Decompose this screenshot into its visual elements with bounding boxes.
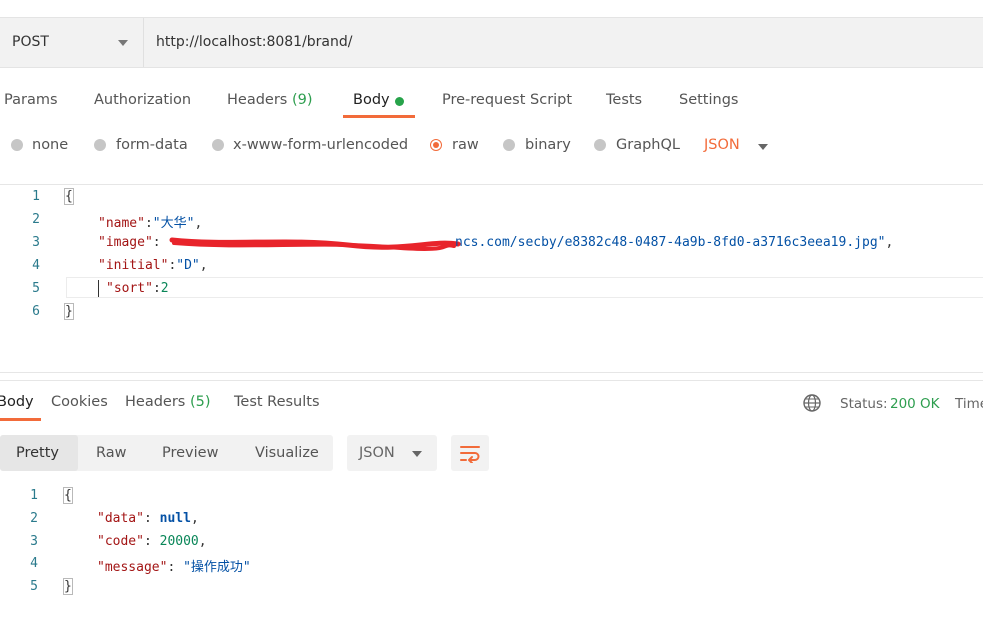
radio-urlencoded-label: x-www-form-urlencoded bbox=[233, 137, 409, 153]
request-body-editor[interactable]: 1 2 3 4 5 6 { "name":"大华", "image": ncs.… bbox=[0, 186, 983, 326]
tab-pre-request-script[interactable]: Pre-request Script bbox=[442, 92, 572, 108]
line-number: 4 bbox=[30, 556, 38, 571]
open-brace: { bbox=[64, 188, 74, 205]
radio-urlencoded[interactable] bbox=[212, 139, 224, 151]
status-value[interactable]: 200 OK bbox=[890, 396, 940, 412]
response-line-data: "data": null, bbox=[97, 511, 199, 526]
format-chevron-down-icon[interactable] bbox=[758, 144, 768, 150]
active-line-highlight bbox=[66, 277, 983, 298]
response-tabs: Body Cookies Headers (5) Test Results St… bbox=[0, 386, 983, 422]
response-format-label: JSON bbox=[359, 445, 395, 461]
view-preview[interactable]: Preview bbox=[162, 445, 218, 461]
headers-count: (9) bbox=[291, 92, 313, 108]
json-key: "code" bbox=[97, 534, 144, 549]
globe-icon[interactable] bbox=[802, 393, 822, 413]
tab-tests[interactable]: Tests bbox=[606, 92, 642, 108]
code-line-image: "image": bbox=[98, 235, 161, 250]
radio-graphql[interactable] bbox=[594, 139, 606, 151]
json-value: null bbox=[159, 511, 191, 526]
line-number: 5 bbox=[32, 281, 40, 296]
radio-binary-label: binary bbox=[525, 137, 571, 153]
tab-params[interactable]: Params bbox=[4, 92, 58, 108]
response-tabs-divider bbox=[0, 380, 983, 381]
code-line-sort: "sort":2 bbox=[106, 281, 169, 296]
request-tabs: Params Authorization Headers (9) Body Pr… bbox=[0, 84, 983, 118]
json-value: "操作成功" bbox=[183, 560, 251, 575]
code-line-initial: "initial":"D", bbox=[98, 258, 208, 273]
json-value: "大华" bbox=[152, 216, 195, 231]
line-number: 5 bbox=[30, 579, 38, 594]
radio-none-label: none bbox=[32, 137, 69, 153]
line-number: 6 bbox=[32, 304, 40, 319]
view-mode-group: Pretty Raw Preview Visualize bbox=[0, 435, 333, 471]
tab-test-results[interactable]: Test Results bbox=[234, 394, 320, 410]
line-number: 1 bbox=[30, 488, 38, 503]
body-indicator-dot bbox=[395, 97, 404, 106]
json-key: "data" bbox=[97, 511, 144, 526]
status-label: Status: bbox=[840, 396, 888, 412]
view-pretty[interactable]: Pretty bbox=[16, 445, 59, 461]
radio-none[interactable] bbox=[11, 139, 23, 151]
line-number: 1 bbox=[32, 189, 40, 204]
url-input[interactable]: http://localhost:8081/brand/ bbox=[156, 34, 353, 50]
json-value: ncs.com/secby/e8382c48-0487-4a9b-8fd0-a3… bbox=[455, 235, 886, 250]
response-format-chevron-down-icon bbox=[412, 451, 422, 457]
view-visualize[interactable]: Visualize bbox=[255, 445, 319, 461]
response-format-select[interactable]: JSON bbox=[347, 435, 437, 471]
time-label[interactable]: Time bbox=[955, 396, 983, 412]
close-brace: } bbox=[64, 303, 74, 320]
wrap-lines-button[interactable] bbox=[451, 435, 489, 471]
response-top-divider bbox=[0, 372, 983, 373]
line-number: 3 bbox=[30, 534, 38, 549]
body-type-options: none form-data x-www-form-urlencoded raw… bbox=[0, 133, 983, 161]
json-key: "name" bbox=[98, 216, 145, 231]
tab-settings[interactable]: Settings bbox=[679, 92, 738, 108]
json-key: "image" bbox=[98, 235, 153, 250]
json-value: "D" bbox=[176, 258, 200, 273]
active-tab-underline bbox=[343, 115, 415, 118]
tab-cookies[interactable]: Cookies bbox=[51, 394, 108, 410]
line-number: 2 bbox=[30, 511, 38, 526]
response-headers-count: (5) bbox=[189, 394, 211, 410]
radio-raw[interactable] bbox=[430, 139, 442, 151]
image-url-visible: ncs.com/secby/e8382c48-0487-4a9b-8fd0-a3… bbox=[455, 235, 894, 250]
response-body-viewer[interactable]: 1 2 3 4 5 { "data": null, "code": 20000,… bbox=[0, 484, 983, 604]
editor-top-divider bbox=[0, 184, 983, 185]
response-close-brace: } bbox=[63, 578, 73, 595]
response-line-message: "message": "操作成功" bbox=[97, 560, 251, 575]
method-select[interactable]: POST bbox=[0, 18, 144, 67]
tab-body[interactable]: Body bbox=[353, 92, 390, 108]
wrap-lines-icon bbox=[460, 446, 480, 463]
radio-form-data-label: form-data bbox=[116, 137, 188, 153]
json-key: "message" bbox=[97, 560, 168, 575]
radio-form-data[interactable] bbox=[94, 139, 106, 151]
tab-response-headers[interactable]: Headers (5) bbox=[125, 394, 211, 410]
radio-raw-label: raw bbox=[452, 137, 479, 153]
url-bar: POST http://localhost:8081/brand/ bbox=[0, 17, 983, 68]
tab-response-body[interactable]: Body bbox=[0, 394, 34, 410]
text-cursor bbox=[98, 280, 99, 297]
tab-headers-label: Headers bbox=[227, 92, 288, 108]
tab-response-headers-label: Headers bbox=[125, 394, 186, 410]
view-raw[interactable]: Raw bbox=[96, 445, 127, 461]
response-line-code: "code": 20000, bbox=[97, 534, 207, 549]
line-number: 2 bbox=[32, 212, 40, 227]
response-open-brace: { bbox=[63, 487, 73, 504]
code-line-name: "name":"大华", bbox=[98, 216, 203, 231]
method-label: POST bbox=[12, 34, 49, 50]
line-number: 3 bbox=[32, 235, 40, 250]
body-format-select[interactable]: JSON bbox=[704, 137, 740, 153]
json-value: 2 bbox=[160, 281, 169, 296]
radio-binary[interactable] bbox=[503, 139, 515, 151]
tab-headers[interactable]: Headers (9) bbox=[227, 92, 313, 108]
tab-authorization[interactable]: Authorization bbox=[94, 92, 191, 108]
line-number: 4 bbox=[32, 258, 40, 273]
radio-graphql-label: GraphQL bbox=[616, 137, 680, 153]
json-key: "initial" bbox=[98, 258, 169, 273]
chevron-down-icon bbox=[118, 40, 128, 46]
json-key: "sort" bbox=[106, 281, 153, 296]
redaction-scribble bbox=[169, 237, 461, 251]
response-active-underline bbox=[0, 418, 41, 421]
json-value: 20000 bbox=[159, 534, 199, 549]
